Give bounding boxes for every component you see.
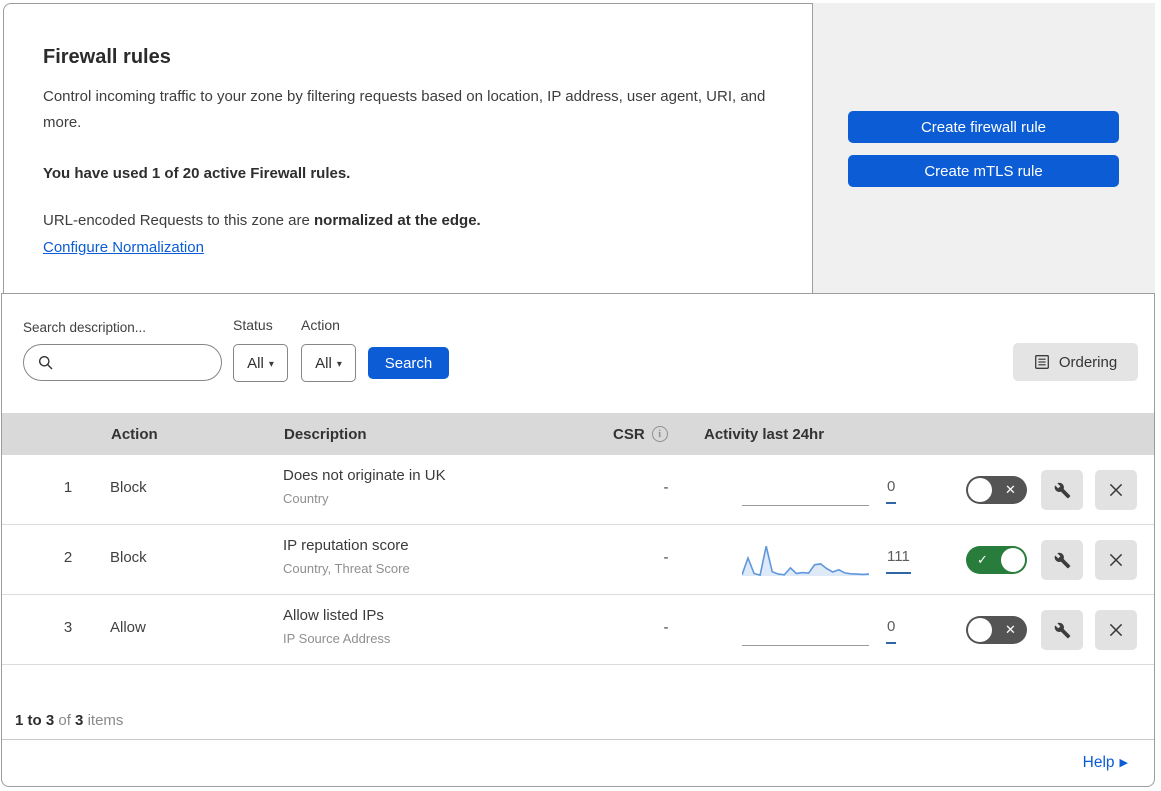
normalization-bold-text: normalized at the edge.	[314, 212, 481, 229]
rule-filter-fields: IP Source Address	[283, 631, 390, 646]
rule-action: Block	[110, 549, 147, 566]
rule-enabled-toggle[interactable]: ✓	[966, 546, 1027, 574]
rules-list-card: Search description... Status Action All …	[1, 293, 1155, 787]
activity-sparkline	[742, 455, 869, 525]
rule-action: Allow	[110, 619, 146, 636]
csr-value: -	[654, 619, 678, 636]
flat-activity-line	[742, 505, 869, 506]
create-mtls-rule-button[interactable]: Create mTLS rule	[848, 155, 1119, 187]
create-firewall-rule-button[interactable]: Create firewall rule	[848, 111, 1119, 143]
pagination-summary: 1 to 3 of 3 items	[15, 712, 123, 729]
rule-action: Block	[110, 479, 147, 496]
rule-enabled-toggle[interactable]: ✕	[966, 476, 1027, 504]
delete-rule-button[interactable]	[1095, 470, 1137, 510]
rule-filter-fields: Country, Threat Score	[283, 561, 410, 576]
toggle-knob	[968, 478, 992, 502]
toggle-state-icon: ✕	[994, 616, 1027, 644]
activity-count-link[interactable]: 111	[886, 548, 911, 574]
toggle-state-icon: ✕	[994, 476, 1027, 504]
edit-rule-button[interactable]	[1041, 610, 1083, 650]
firewall-overview-card: Firewall rules Control incoming traffic …	[3, 3, 813, 294]
edit-rule-button[interactable]	[1041, 470, 1083, 510]
csr-value: -	[654, 479, 678, 496]
status-dropdown[interactable]: All ▾	[233, 344, 288, 382]
page-description: Control incoming traffic to your zone by…	[43, 84, 788, 136]
rules-table-body: 1 Block Does not originate in UK Country…	[2, 455, 1154, 665]
ordering-button[interactable]: Ordering	[1013, 343, 1138, 381]
csr-value: -	[654, 549, 678, 566]
pagination-range: 1 to 3	[15, 712, 54, 729]
configure-normalization-link[interactable]: Configure Normalization	[43, 239, 204, 256]
table-header-row: Action Description CSR i Activity last 2…	[2, 413, 1154, 455]
rule-filter-fields: Country	[283, 491, 329, 506]
help-link[interactable]: Help ▶	[1083, 754, 1128, 772]
search-input[interactable]	[62, 355, 212, 371]
help-arrow-icon: ▶	[1120, 757, 1128, 769]
rule-description: Allow listed IPs	[283, 607, 384, 624]
help-link-label: Help	[1083, 754, 1115, 771]
table-row: 2 Block IP reputation score Country, Thr…	[2, 525, 1154, 595]
action-dropdown[interactable]: All ▾	[301, 344, 356, 382]
status-dropdown-value: All	[247, 355, 264, 372]
wrench-icon	[1054, 552, 1071, 569]
search-button[interactable]: Search	[368, 347, 449, 379]
activity-sparkline	[742, 595, 869, 665]
pagination-total: 3	[75, 712, 83, 729]
action-label: Action	[301, 317, 340, 333]
sparkline-chart	[742, 543, 869, 577]
firewall-rules-page: Firewall rules Control incoming traffic …	[0, 0, 1161, 791]
action-dropdown-value: All	[315, 355, 332, 372]
activity-count-link[interactable]: 0	[886, 618, 896, 644]
chevron-down-icon: ▾	[337, 359, 342, 370]
rule-priority: 2	[54, 549, 82, 566]
flat-activity-line	[742, 645, 869, 646]
rule-enabled-toggle[interactable]: ✕	[966, 616, 1027, 644]
search-label: Search description...	[23, 320, 146, 335]
column-header-description: Description	[284, 413, 367, 455]
rule-priority: 3	[54, 619, 82, 636]
rule-priority: 1	[54, 479, 82, 496]
toggle-knob	[1001, 548, 1025, 572]
ordering-list-icon	[1034, 354, 1050, 370]
delete-rule-button[interactable]	[1095, 540, 1137, 580]
wrench-icon	[1054, 622, 1071, 639]
normalization-note: URL-encoded Requests to this zone are no…	[43, 212, 481, 229]
search-icon	[38, 355, 54, 371]
rule-description: IP reputation score	[283, 537, 409, 554]
activity-count-link[interactable]: 0	[886, 478, 896, 504]
toggle-knob	[968, 618, 992, 642]
delete-rule-button[interactable]	[1095, 610, 1137, 650]
close-icon	[1107, 621, 1125, 639]
info-icon[interactable]: i	[652, 426, 668, 442]
column-header-action: Action	[111, 413, 158, 455]
normalization-text: URL-encoded Requests to this zone are	[43, 212, 314, 229]
rule-description: Does not originate in UK	[283, 467, 446, 484]
usage-note: You have used 1 of 20 active Firewall ru…	[43, 165, 350, 182]
search-input-wrap[interactable]	[23, 344, 222, 381]
page-title: Firewall rules	[43, 46, 171, 69]
footer-divider	[2, 739, 1154, 740]
close-icon	[1107, 551, 1125, 569]
column-header-csr: CSR i	[613, 413, 668, 455]
ordering-button-label: Ordering	[1059, 354, 1117, 371]
toggle-state-icon: ✓	[966, 546, 999, 574]
table-row: 1 Block Does not originate in UK Country…	[2, 455, 1154, 525]
status-label: Status	[233, 317, 273, 333]
column-header-activity: Activity last 24hr	[704, 413, 824, 455]
chevron-down-icon: ▾	[269, 359, 274, 370]
wrench-icon	[1054, 482, 1071, 499]
table-row: 3 Allow Allow listed IPs IP Source Addre…	[2, 595, 1154, 665]
close-icon	[1107, 481, 1125, 499]
edit-rule-button[interactable]	[1041, 540, 1083, 580]
activity-sparkline	[742, 525, 869, 595]
actions-panel	[812, 3, 1155, 293]
